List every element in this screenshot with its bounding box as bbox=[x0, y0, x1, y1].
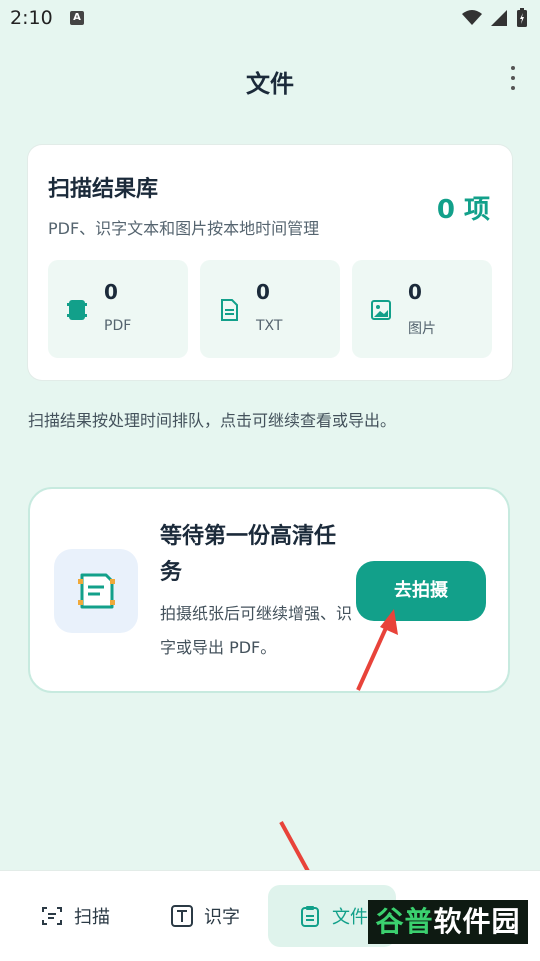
stat-pdf-label: PDF bbox=[104, 318, 132, 334]
nav-label-ocr: 识字 bbox=[204, 907, 240, 928]
stat-pdf-value: 0 bbox=[104, 280, 118, 304]
stat-txt-value: 0 bbox=[256, 280, 270, 304]
battery-icon bbox=[517, 8, 527, 27]
watermark-text: 软件园 bbox=[433, 905, 521, 938]
stat-image-value: 0 bbox=[408, 280, 422, 304]
status-bar: 2:10 A bbox=[0, 0, 540, 40]
empty-illustration bbox=[54, 549, 138, 633]
empty-state-title: 等待第一份高清任务 bbox=[160, 524, 337, 585]
nav-label-files: 文件 bbox=[332, 907, 368, 928]
more-options-icon[interactable] bbox=[508, 66, 518, 96]
nav-item-scan[interactable]: 扫描 bbox=[40, 885, 110, 947]
watermark-logo: 谷普软件园 bbox=[368, 900, 528, 944]
stat-image-label: 图片 bbox=[408, 321, 436, 337]
result-count: 0 项 bbox=[436, 195, 490, 225]
scan-icon bbox=[42, 907, 62, 925]
wifi-icon bbox=[462, 10, 482, 25]
signal-icon bbox=[491, 10, 507, 26]
scan-document-icon bbox=[78, 573, 115, 609]
scan-results-card: 扫描结果库 PDF、识字文本和图片按本地时间管理 0 项 0 PDF 0 TXT… bbox=[28, 145, 512, 380]
empty-state-card: 等待第一份高清任务 拍摄纸张后可继续增强、识字或导出 PDF。 去拍摄 bbox=[28, 487, 510, 693]
watermark-accent: 谷普 bbox=[375, 905, 434, 938]
stat-image[interactable]: 0 图片 bbox=[352, 260, 492, 358]
stat-pdf[interactable]: 0 PDF bbox=[48, 260, 188, 358]
status-time: 2:10 bbox=[10, 7, 53, 29]
clipboard-icon bbox=[301, 906, 319, 927]
empty-state-subtitle: 拍摄纸张后可继续增强、识字或导出 PDF。 bbox=[160, 604, 353, 657]
text-recognition-icon bbox=[171, 905, 193, 927]
page-title: 文件 bbox=[246, 70, 294, 98]
card-subtitle: PDF、识字文本和图片按本地时间管理 bbox=[48, 219, 320, 238]
document-icon bbox=[221, 299, 238, 321]
image-icon bbox=[371, 300, 391, 320]
status-notification-icon: A bbox=[70, 11, 84, 25]
pdf-book-icon bbox=[67, 300, 87, 320]
status-icons bbox=[462, 8, 528, 28]
stat-txt-label: TXT bbox=[256, 318, 283, 334]
nav-label-scan: 扫描 bbox=[74, 907, 110, 928]
info-text: 扫描结果按处理时间排队，点击可继续查看或导出。 bbox=[28, 411, 397, 430]
app-bar: 文件 bbox=[0, 50, 540, 110]
card-title: 扫描结果库 bbox=[48, 177, 159, 202]
stat-txt[interactable]: 0 TXT bbox=[200, 260, 340, 358]
annotation-arrow-icon bbox=[356, 609, 398, 691]
nav-item-ocr[interactable]: 识字 bbox=[170, 885, 240, 947]
